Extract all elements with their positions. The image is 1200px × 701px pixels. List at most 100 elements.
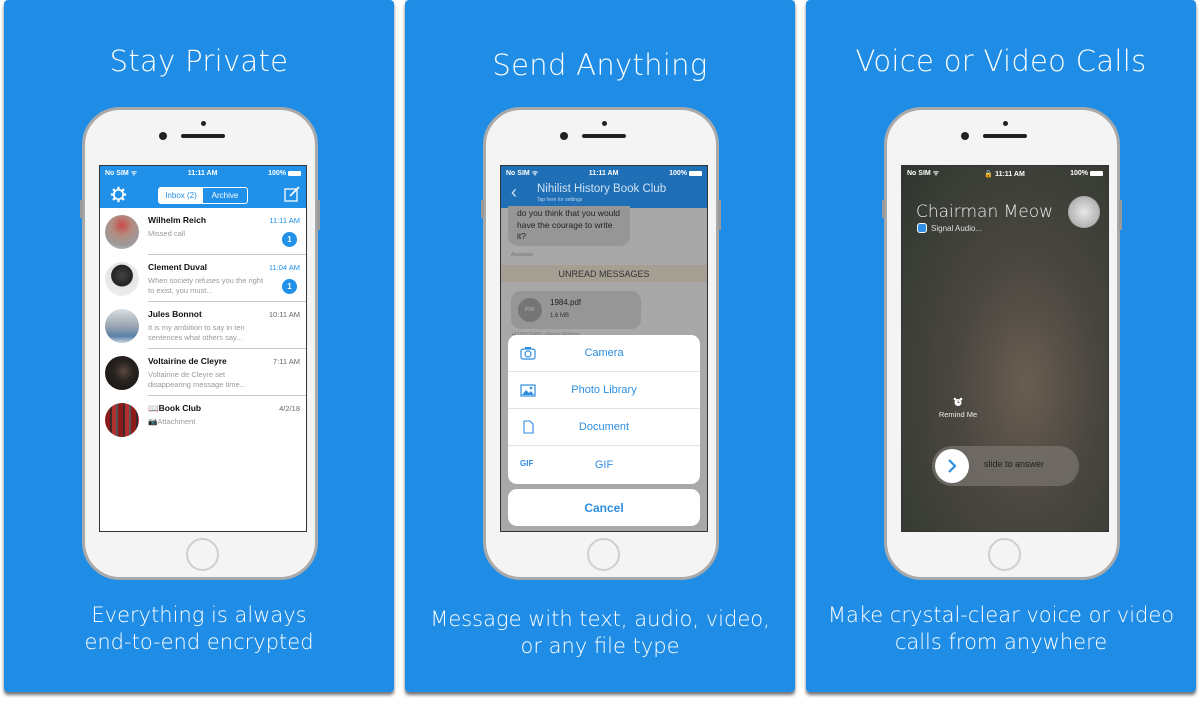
gif-icon: GIF — [520, 459, 534, 468]
gear-icon[interactable] — [110, 186, 127, 203]
phone-camera — [159, 132, 167, 140]
slider-knob[interactable] — [935, 449, 969, 483]
caption-line: Everything is always — [91, 603, 307, 627]
conversation-snippet: When society refuses you the right to ex… — [148, 276, 264, 295]
cancel-button[interactable]: Cancel — [508, 489, 700, 526]
caption-line: calls from anywhere — [894, 630, 1108, 654]
phone-speaker — [181, 134, 225, 138]
phone-sensor — [1003, 121, 1008, 126]
avatar — [105, 215, 139, 249]
slide-to-answer-slider[interactable]: slide to answer — [932, 446, 1079, 486]
phone-side-button — [718, 200, 721, 230]
panel-stay-private: Stay Private No SIM ᯤ 11:11 AM 100% Inbo… — [4, 0, 394, 692]
battery-indicator: 100% — [268, 170, 301, 177]
remind-me-label: Remind Me — [938, 410, 978, 419]
call-app-text: Signal Audio... — [931, 223, 983, 233]
home-button[interactable] — [587, 538, 620, 571]
document-icon — [523, 420, 534, 434]
remind-me-button[interactable]: Remind Me — [932, 397, 984, 419]
phone-frame: No SIM ᯤ 11:11 AM 100% ‹ Nihilist Histor… — [481, 107, 721, 580]
caption-line: or any file type — [520, 634, 680, 658]
conversation-item[interactable]: 📖Book Club 4/2/18 📷Attachment — [100, 396, 306, 443]
home-button[interactable] — [988, 538, 1021, 571]
carrier-label: No SIM ᯤ — [105, 170, 138, 177]
chat-subtitle: Tap here for settings — [537, 197, 583, 203]
conversation-time: 11:11 AM — [269, 216, 300, 225]
action-document[interactable]: Document — [508, 409, 700, 446]
phone-frame: No SIM ᯤ 11:11 AM 100% Inbox (2) Archive… — [80, 107, 320, 580]
phone-sensor — [201, 121, 206, 126]
conversation-snippet: Voltairine de Cleyre set disappearing me… — [148, 370, 246, 389]
caption-line: Message with text, audio, video, — [430, 607, 770, 631]
action-label: Document — [578, 421, 630, 433]
contact-name: 📖Book Club — [148, 403, 202, 413]
attachment-action-sheet: Camera Photo Library Document GIF GIF — [508, 335, 700, 484]
conversation-snippet: It is my ambition to say in ten sentence… — [148, 323, 245, 342]
caller-avatar — [1068, 196, 1100, 228]
conversation-time: 10:11 AM — [268, 310, 300, 319]
photo-library-icon — [520, 384, 536, 397]
conversation-item[interactable]: Jules Bonnot 10:11 AM It is my ambition … — [100, 302, 306, 349]
conversation-item[interactable]: Wilhelm Reich 11:11 AM Missed call 1 — [100, 208, 306, 255]
carrier-label: No SIM ᯤ — [907, 170, 940, 177]
tab-inbox[interactable]: Inbox (2) — [159, 188, 203, 203]
clock: 11:11 AM — [588, 170, 619, 177]
conversation-time: 4/2/18 — [279, 404, 300, 413]
conversation-item[interactable]: Voltairine de Cleyre 7:11 AM Voltairine … — [100, 349, 306, 396]
home-button[interactable] — [186, 538, 219, 571]
avatar — [105, 403, 139, 437]
action-label: GIF — [594, 458, 614, 471]
contact-name: Jules Bonnot — [148, 309, 202, 319]
status-bar: No SIM ᯤ 11:11 AM 100% — [501, 166, 707, 181]
clock: 🔒 11:11 AM — [984, 170, 1025, 178]
panel-voice-video-calls: Voice or Video Calls No SIM ᯤ 🔒 11:11 AM… — [806, 0, 1196, 692]
wifi-icon: ᯤ — [531, 170, 539, 177]
action-gif[interactable]: GIF GIF — [508, 446, 700, 483]
unread-badge: 1 — [282, 279, 297, 294]
back-chevron-icon[interactable]: ‹ — [511, 183, 517, 201]
compose-icon[interactable] — [284, 186, 300, 202]
battery-indicator: 100% — [1070, 170, 1103, 177]
alarm-clock-icon — [953, 397, 963, 406]
wifi-icon: ᯤ — [130, 170, 138, 177]
inbox-archive-toggle: Inbox (2) Archive — [158, 187, 248, 204]
panel-caption: Everything is always end-to-end encrypte… — [4, 602, 394, 656]
battery-indicator: 100% — [669, 170, 702, 177]
action-label: Camera — [584, 347, 624, 359]
phone-side-button — [882, 200, 885, 218]
conversation-item[interactable]: Clement Duval 11:04 AM When society refu… — [100, 255, 306, 302]
phone-speaker — [582, 134, 626, 138]
contact-name: Clement Duval — [148, 262, 208, 272]
phone-camera — [961, 132, 969, 140]
action-photo-library[interactable]: Photo Library — [508, 372, 700, 409]
inbox-header: No SIM ᯤ 11:11 AM 100% Inbox (2) Archive — [100, 166, 306, 208]
contact-name: Wilhelm Reich — [148, 215, 207, 225]
contact-name: Voltairine de Cleyre — [148, 356, 227, 366]
inbox-nav: Inbox (2) Archive — [100, 185, 306, 205]
battery-icon — [287, 170, 301, 176]
caller-name: Chairman Meow — [916, 202, 1054, 222]
pdf-file-icon: PDF — [518, 298, 542, 322]
tab-archive[interactable]: Archive — [203, 188, 247, 203]
chat-title[interactable]: Nihilist History Book Club — [537, 183, 666, 195]
phone-side-button — [481, 200, 484, 218]
inbox-screen: No SIM ᯤ 11:11 AM 100% Inbox (2) Archive… — [99, 165, 307, 532]
lock-icon: 🔒 — [984, 170, 994, 178]
battery-icon — [688, 170, 702, 176]
panel-title: Voice or Video Calls — [855, 44, 1147, 78]
chat-screen: No SIM ᯤ 11:11 AM 100% ‹ Nihilist Histor… — [500, 165, 708, 532]
attachment-size: 1.6 MB — [550, 313, 570, 319]
action-camera[interactable]: Camera — [508, 335, 700, 372]
wifi-icon: ᯤ — [932, 170, 940, 177]
action-label: Photo Library — [571, 384, 637, 396]
attachment-bubble[interactable]: PDF 1984.pdf 1.6 MB — [511, 291, 641, 329]
phone-side-button — [80, 200, 83, 218]
avatar — [105, 309, 139, 343]
carrier-label: No SIM ᯤ — [506, 170, 539, 177]
unread-banner: UNREAD MESSAGES — [501, 265, 707, 282]
phone-speaker — [983, 134, 1027, 138]
panel-title: Stay Private — [109, 44, 289, 78]
unread-badge: 1 — [282, 232, 297, 247]
conversation-time: 11:04 AM — [268, 263, 300, 272]
conversation-snippet: Missed call — [148, 229, 186, 238]
